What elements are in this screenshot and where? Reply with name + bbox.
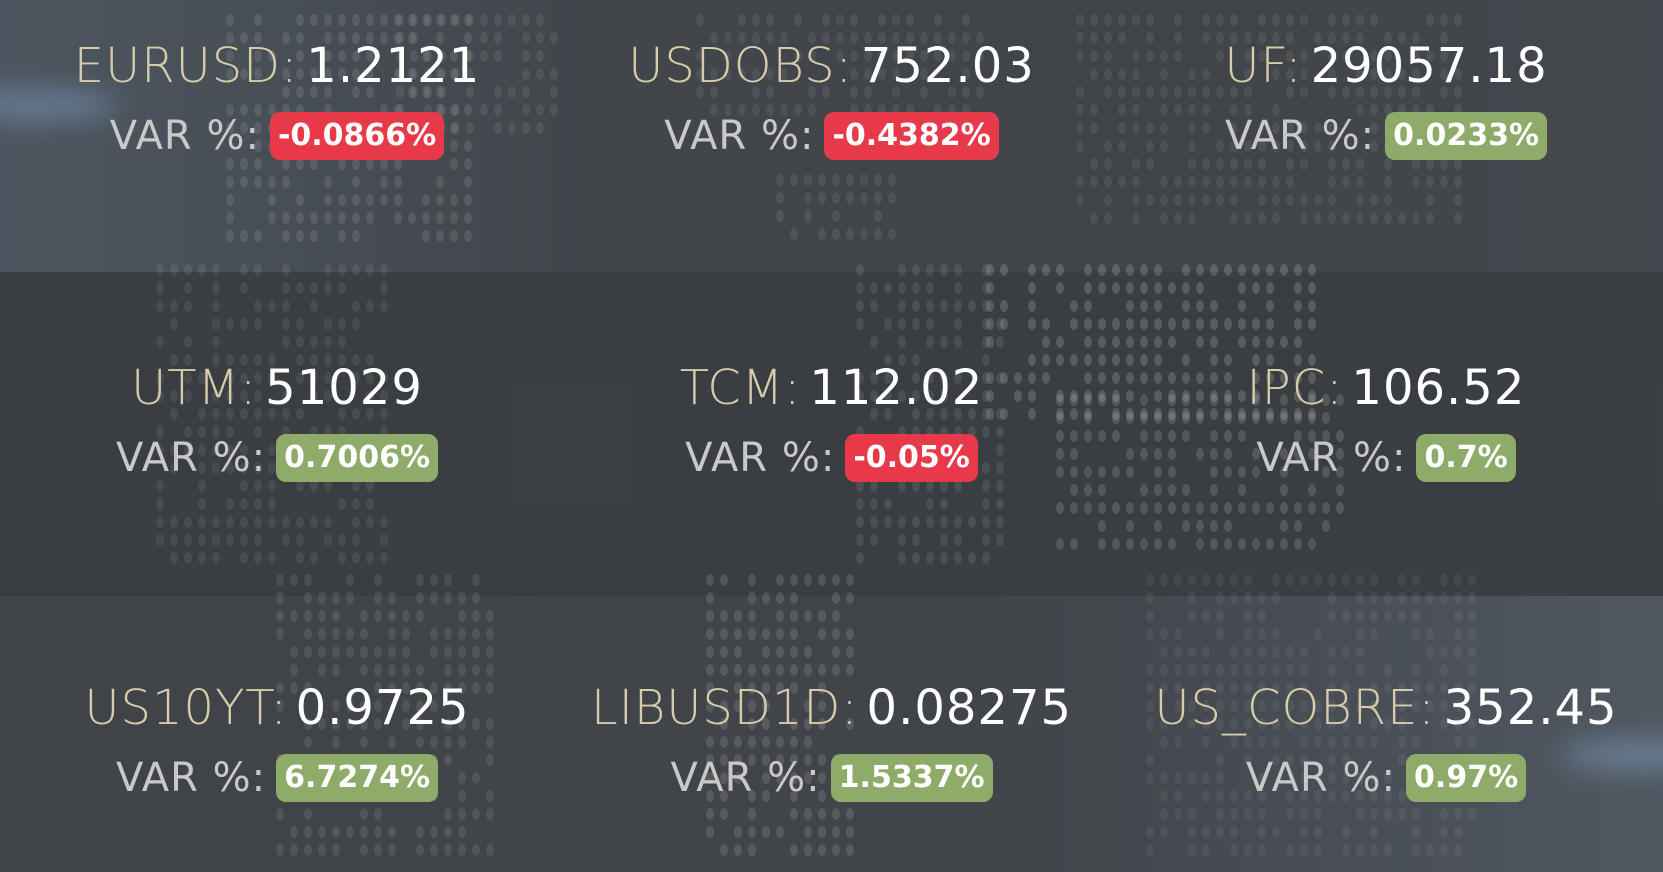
ticker-grid: EURUSD: 1.2121 VAR %: -0.0866% USDOBS: 752… bbox=[0, 0, 1663, 872]
ticker-variation: VAR %: 0.97% bbox=[1245, 754, 1527, 802]
variation-badge: 0.7% bbox=[1416, 434, 1516, 482]
ticker-cell-utm: UTM: 51029 VAR %: 0.7006% bbox=[0, 272, 554, 596]
ticker-variation: VAR %: 1.5337% bbox=[671, 754, 993, 802]
ticker-board: EURUSD: 1.2121 VAR %: -0.0866% USDOBS: 752… bbox=[0, 0, 1663, 872]
ticker-cell-usdobs: USDOBS: 752.03 VAR %: -0.4382% bbox=[554, 0, 1109, 272]
ticker-value: 29057.18 bbox=[1310, 38, 1548, 94]
ticker-cell-tcm: TCM: 112.02 VAR %: -0.05% bbox=[554, 272, 1109, 596]
ticker-value: 1.2121 bbox=[306, 38, 481, 94]
ticker-variation: VAR %: -0.4382% bbox=[664, 112, 999, 160]
variation-label: VAR %: bbox=[664, 113, 815, 159]
variation-badge: 1.5337% bbox=[830, 754, 993, 802]
ticker-value: 112.02 bbox=[809, 360, 984, 416]
variation-badge: -0.4382% bbox=[824, 112, 999, 160]
ticker-variation: VAR %: -0.0866% bbox=[109, 112, 445, 160]
ticker-headline: LIBUSD1D: 0.08275 bbox=[591, 676, 1072, 740]
ticker-variation: VAR %: 0.0233% bbox=[1225, 112, 1547, 160]
ticker-value: 51029 bbox=[265, 360, 423, 416]
ticker-symbol: UTM: bbox=[131, 360, 258, 416]
ticker-cell-uf: UF: 29057.18 VAR %: 0.0233% bbox=[1109, 0, 1663, 272]
ticker-cell-us-cobre: US_COBRE: 352.45 VAR %: 0.97% bbox=[1109, 596, 1663, 872]
ticker-symbol: LIBUSD1D: bbox=[590, 680, 859, 736]
ticker-variation: VAR %: -0.05% bbox=[685, 434, 978, 482]
ticker-cell-eurusd: EURUSD: 1.2121 VAR %: -0.0866% bbox=[0, 0, 554, 272]
variation-label: VAR %: bbox=[1245, 755, 1397, 801]
ticker-value: 106.52 bbox=[1351, 360, 1526, 416]
variation-label: VAR %: bbox=[670, 755, 821, 801]
ticker-symbol: EURUSD: bbox=[73, 38, 299, 94]
variation-label: VAR %: bbox=[109, 113, 260, 159]
variation-badge: 0.97% bbox=[1406, 754, 1527, 802]
ticker-symbol: US_COBRE: bbox=[1154, 680, 1436, 736]
ticker-cell-ipc: IPC: 106.52 VAR %: 0.7% bbox=[1109, 272, 1663, 596]
variation-label: VAR %: bbox=[116, 435, 267, 481]
ticker-cell-libusd1d: LIBUSD1D: 0.08275 VAR %: 1.5337% bbox=[554, 596, 1109, 872]
variation-badge: 6.7274% bbox=[276, 754, 438, 802]
variation-label: VAR %: bbox=[685, 435, 836, 481]
ticker-symbol: TCM: bbox=[679, 360, 802, 416]
ticker-headline: EURUSD: 1.2121 bbox=[74, 34, 481, 98]
ticker-headline: US_COBRE: 352.45 bbox=[1154, 676, 1617, 740]
ticker-headline: UF: 29057.18 bbox=[1224, 34, 1547, 98]
ticker-symbol: US10YT: bbox=[84, 680, 288, 736]
ticker-value: 0.08275 bbox=[866, 680, 1073, 736]
ticker-headline: IPC: 106.52 bbox=[1247, 356, 1526, 420]
ticker-headline: UTM: 51029 bbox=[131, 356, 423, 420]
ticker-variation: VAR %: 6.7274% bbox=[116, 754, 438, 802]
variation-badge: -0.0866% bbox=[269, 112, 445, 160]
variation-label: VAR %: bbox=[1225, 113, 1376, 159]
ticker-headline: US10YT: 0.9725 bbox=[84, 676, 469, 740]
variation-label: VAR %: bbox=[1256, 435, 1407, 481]
variation-badge: 0.0233% bbox=[1385, 112, 1547, 160]
variation-badge: 0.7006% bbox=[276, 434, 438, 482]
ticker-variation: VAR %: 0.7006% bbox=[116, 434, 438, 482]
variation-badge: -0.05% bbox=[845, 434, 978, 482]
ticker-headline: TCM: 112.02 bbox=[680, 356, 984, 420]
ticker-value: 752.03 bbox=[860, 38, 1035, 94]
ticker-symbol: USDOBS: bbox=[628, 38, 853, 94]
ticker-headline: USDOBS: 752.03 bbox=[628, 34, 1035, 98]
ticker-cell-us10yt: US10YT: 0.9725 VAR %: 6.7274% bbox=[0, 596, 554, 872]
variation-label: VAR %: bbox=[116, 755, 267, 801]
ticker-value: 352.45 bbox=[1443, 680, 1618, 736]
ticker-value: 0.9725 bbox=[295, 680, 470, 736]
ticker-variation: VAR %: 0.7% bbox=[1256, 434, 1516, 482]
ticker-symbol: IPC: bbox=[1246, 360, 1344, 416]
ticker-symbol: UF: bbox=[1224, 38, 1303, 94]
